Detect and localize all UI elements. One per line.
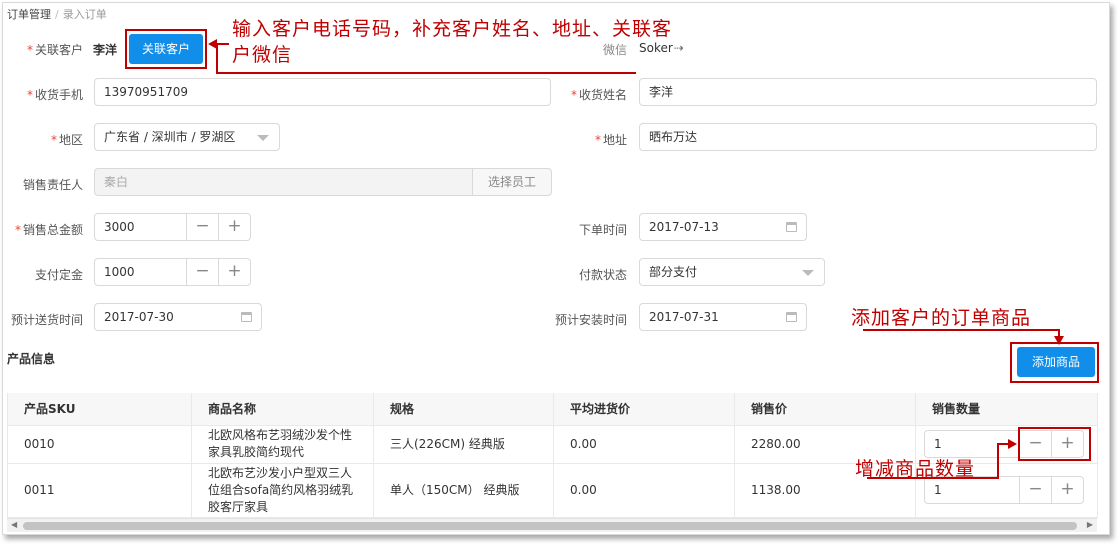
delivery-time-picker[interactable]: 2017-07-30: [94, 303, 262, 331]
address-input[interactable]: 晒布万达: [639, 123, 1097, 151]
column-header: 商品名称: [191, 393, 374, 426]
region-select[interactable]: 广东省 / 深圳市 / 罗湖区: [94, 123, 280, 151]
annotation-line: [863, 329, 1060, 331]
install-time-label: 预计安装时间: [554, 313, 627, 327]
total-amount-label: * 销售总金额: [14, 223, 83, 237]
sku-cell: 0011: [7, 463, 192, 518]
linked-customer-label: * 关联客户: [26, 43, 83, 57]
annotation-highlight-quantity: [1018, 427, 1091, 461]
breadcrumb: 订单管理 / 录入订单: [7, 6, 107, 22]
avg-price-cell: 0.00: [553, 425, 735, 464]
column-header: 产品SKU: [7, 393, 192, 426]
plus-icon[interactable]: +: [218, 259, 250, 285]
minus-icon[interactable]: −: [186, 259, 218, 285]
name-label: * 收货姓名: [570, 88, 627, 102]
payment-status-label: 付款状态: [578, 268, 627, 282]
payment-status-select[interactable]: 部分支付: [639, 258, 825, 286]
deposit-label: 支付定金: [34, 268, 83, 282]
breadcrumb-current: 录入订单: [62, 8, 107, 21]
select-staff-button[interactable]: 选择员工: [472, 168, 552, 196]
calendar-icon: [786, 222, 797, 232]
deposit-stepper[interactable]: 1000 − +: [94, 258, 251, 286]
phone-input[interactable]: 13970951709: [94, 78, 551, 106]
plus-icon[interactable]: +: [218, 214, 250, 240]
minus-icon[interactable]: −: [1019, 477, 1051, 503]
product-name-cell: 北欧风格布艺羽绒沙发个性家具乳胶简约现代: [191, 425, 374, 464]
annotation-line: [867, 477, 999, 479]
sku-cell: 0010: [7, 425, 192, 464]
name-input[interactable]: 李洋: [639, 78, 1097, 106]
products-title: 产品信息: [7, 352, 56, 366]
sales-person-input: 秦白: [94, 168, 474, 196]
annotation-line: [216, 72, 636, 74]
total-amount-stepper[interactable]: 3000 − +: [94, 213, 251, 241]
linked-customer-value: 李洋: [93, 43, 118, 57]
avg-price-cell: 0.00: [553, 463, 735, 518]
annotation-arrow-icon: [1008, 439, 1017, 449]
annotation-line: [216, 43, 218, 73]
annotation-line: [997, 443, 999, 478]
annotation-add-product-note: 添加客户的订单商品: [851, 307, 1032, 329]
install-time-picker[interactable]: 2017-07-31: [639, 303, 807, 331]
column-header: 规格: [373, 393, 554, 426]
annotation-highlight-customer: [125, 29, 207, 69]
plus-icon[interactable]: +: [1051, 477, 1083, 503]
spec-cell: 单人（150CM） 经典版: [373, 463, 554, 518]
delivery-time-label: 预计送货时间: [10, 313, 83, 327]
chevron-down-icon: [802, 270, 814, 276]
spec-cell: 三人(226CM) 经典版: [373, 425, 554, 464]
scrollbar-thumb[interactable]: [23, 522, 1077, 530]
phone-label: * 收货手机: [26, 88, 83, 102]
column-header: 销售价: [734, 393, 916, 426]
table-header-row: 产品SKU 商品名称 规格 平均进货价 销售价 销售数量: [7, 393, 1098, 426]
order-time-label: 下单时间: [578, 223, 627, 237]
column-header: 销售数量: [915, 393, 1098, 426]
calendar-icon: [786, 312, 797, 322]
region-label: * 地区: [50, 133, 83, 147]
annotation-customer-note: 输入客户电话号码，补充客户姓名、地址、关联客户微信: [232, 18, 673, 66]
horizontal-scrollbar[interactable]: ◀ ▶: [7, 518, 1097, 532]
annotation-highlight-add-product: [1010, 342, 1099, 383]
address-label: * 地址: [594, 133, 627, 147]
scroll-right-icon[interactable]: ▶: [1087, 520, 1093, 529]
order-entry-window: 订单管理 / 录入订单 * 关联客户 李洋 关联客户 微信 Soker⇢ * 收货手机 …: [2, 2, 1110, 535]
breadcrumb-separator: /: [55, 8, 59, 21]
sales-person-label: 销售责任人: [22, 178, 83, 192]
breadcrumb-parent[interactable]: 订单管理: [7, 8, 51, 21]
order-time-picker[interactable]: 2017-07-13: [639, 213, 807, 241]
minus-icon[interactable]: −: [186, 214, 218, 240]
calendar-icon: [241, 312, 252, 322]
chevron-down-icon: [257, 135, 269, 141]
product-name-cell: 北欧布艺沙发小户型双三人位组合sofa简约风格羽绒乳胶客厅家具: [191, 463, 374, 518]
column-header: 平均进货价: [553, 393, 735, 426]
scroll-left-icon[interactable]: ◀: [11, 520, 17, 529]
